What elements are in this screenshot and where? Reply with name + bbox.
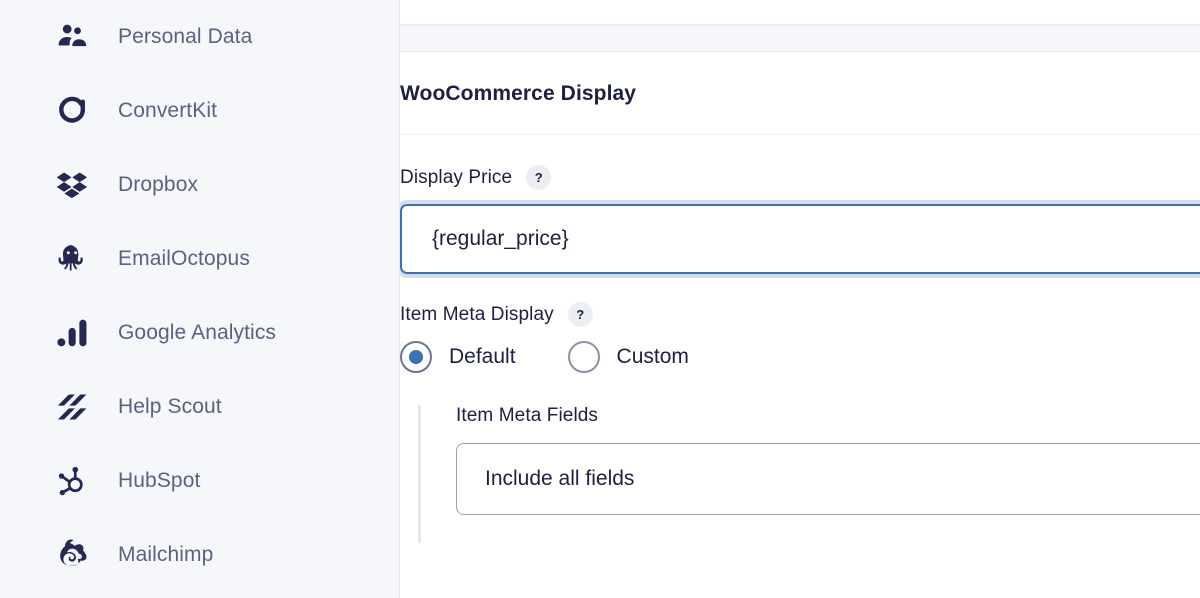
sidebar-item-emailoctopus[interactable]: EmailOctopus xyxy=(0,222,399,296)
sidebar: Personal Data ConvertKit Dropbox EmailOc… xyxy=(0,0,400,598)
display-price-label-row: Display Price ? xyxy=(400,165,1200,190)
help-icon[interactable]: ? xyxy=(526,165,552,190)
card-body: Display Price ? Item Meta Display ? De xyxy=(400,135,1200,563)
sidebar-nav-list: Personal Data ConvertKit Dropbox EmailOc… xyxy=(0,0,399,592)
sidebar-item-google-analytics[interactable]: Google Analytics xyxy=(0,296,399,370)
item-meta-fields-label: Item Meta Fields xyxy=(456,405,599,426)
users-icon xyxy=(52,17,92,57)
sidebar-item-mailchimp[interactable]: Mailchimp xyxy=(0,518,399,592)
item-meta-fields-select[interactable]: Include all fields xyxy=(456,443,1200,515)
help-icon[interactable]: ? xyxy=(567,302,593,327)
radio-option-default[interactable]: Default xyxy=(400,341,516,373)
dropbox-icon xyxy=(52,165,92,205)
woocommerce-display-card: WooCommerce Display Display Price ? Item… xyxy=(400,51,1200,598)
google-analytics-icon xyxy=(52,313,92,353)
display-price-label: Display Price xyxy=(400,166,513,188)
display-price-input[interactable] xyxy=(400,204,1200,274)
item-meta-display-radio-group: Default Custom xyxy=(400,341,1200,373)
emailoctopus-icon xyxy=(52,239,92,279)
sidebar-item-label: ConvertKit xyxy=(118,99,218,122)
mailchimp-icon xyxy=(52,535,92,575)
sidebar-item-help-scout[interactable]: Help Scout xyxy=(0,370,399,444)
item-meta-display-label-row: Item Meta Display ? xyxy=(400,302,1200,327)
sidebar-item-personal-data[interactable]: Personal Data xyxy=(0,0,399,74)
item-meta-display-label: Item Meta Display xyxy=(400,303,554,325)
radio-label: Custom xyxy=(616,345,689,368)
hubspot-icon xyxy=(52,461,92,501)
sidebar-item-hubspot[interactable]: HubSpot xyxy=(0,444,399,518)
sidebar-item-label: Help Scout xyxy=(118,395,222,418)
sidebar-item-label: EmailOctopus xyxy=(118,247,250,270)
item-meta-fields-group: Item Meta Fields Include all fields xyxy=(418,405,1200,543)
card-title: WooCommerce Display xyxy=(400,82,637,105)
sidebar-item-convertkit[interactable]: ConvertKit xyxy=(0,74,399,148)
sidebar-item-label: Dropbox xyxy=(118,173,199,196)
radio-indicator-selected[interactable] xyxy=(400,341,432,373)
main-content: WooCommerce Display Display Price ? Item… xyxy=(400,0,1200,598)
radio-option-custom[interactable]: Custom xyxy=(567,341,689,373)
radio-dot xyxy=(409,350,423,364)
radio-indicator-unselected[interactable] xyxy=(567,341,600,373)
sidebar-item-dropbox[interactable]: Dropbox xyxy=(0,148,399,222)
card-header: WooCommerce Display xyxy=(400,52,1200,135)
sidebar-item-label: Mailchimp xyxy=(118,543,214,566)
app-root: Personal Data ConvertKit Dropbox EmailOc… xyxy=(0,0,1200,598)
sidebar-item-label: Personal Data xyxy=(118,25,253,48)
item-meta-fields-selected-value: Include all fields xyxy=(485,467,635,490)
sidebar-item-label: HubSpot xyxy=(118,469,201,492)
sidebar-item-label: Google Analytics xyxy=(118,321,277,344)
convertkit-icon xyxy=(52,91,92,131)
radio-label: Default xyxy=(449,345,516,368)
help-scout-icon xyxy=(52,387,92,427)
previous-settings-card xyxy=(400,0,1200,25)
